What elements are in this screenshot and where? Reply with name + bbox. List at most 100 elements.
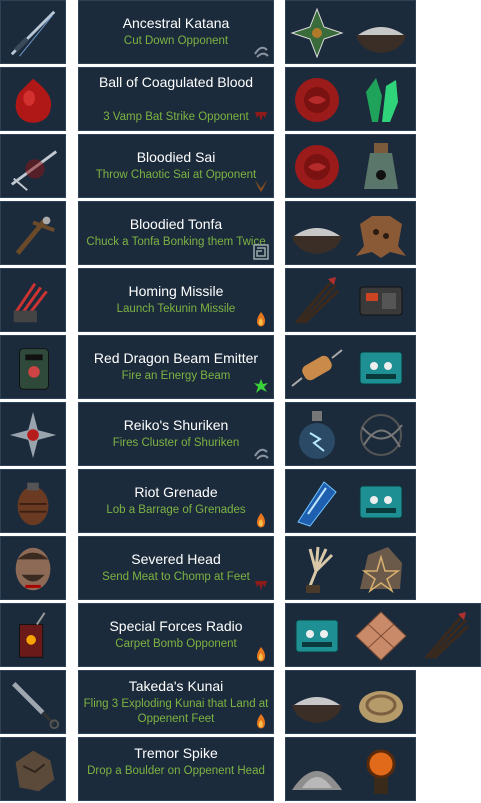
recipe-info-cell: Bloodied Tonfa Chuck a Tonfa Bonking them… (78, 201, 274, 265)
recipe-row: Ball of Coagulated Blood 3 Vamp Bat Strik… (0, 67, 481, 131)
ingredients-cell (285, 0, 416, 64)
copper-plate-icon (352, 608, 410, 664)
tangled-wire-icon (352, 407, 410, 463)
acid-icon (252, 377, 270, 395)
recipe-info-cell: Special Forces Radio Carpet Bomb Opponent (78, 603, 274, 667)
item-effect: Drop a Boulder on Oppenent Head (87, 765, 265, 777)
item-name: Takeda's Kunai (128, 678, 224, 694)
wax-seal-icon (288, 139, 346, 195)
circuit-board-icon (352, 340, 410, 396)
ingredients-cell (285, 268, 416, 332)
wax-seal-icon (288, 72, 346, 128)
blood-icon (252, 109, 270, 127)
item-icon-cell (0, 67, 66, 131)
item-icon-cell (0, 335, 66, 399)
ingredients-cell (285, 67, 416, 131)
recipe-info-cell: Homing Missile Launch Tekunin Missile (78, 268, 274, 332)
recipe-row: Bloodied Tonfa Chuck a Tonfa Bonking them… (0, 201, 481, 265)
recipe-row: Special Forces Radio Carpet Bomb Opponent (0, 603, 481, 667)
recipe-row: Takeda's Kunai Fling 3 Exploding Kunai th… (0, 670, 481, 734)
item-icon-cell (0, 670, 66, 734)
recipe-info-cell: Ancestral Katana Cut Down Opponent (78, 0, 274, 64)
recipe-info-cell: Riot Grenade Lob a Barrage of Grenades (78, 469, 274, 533)
resistor-icon (288, 340, 346, 396)
item-icon-cell (0, 737, 66, 801)
recipe-info-cell: Ball of Coagulated Blood 3 Vamp Bat Strik… (78, 67, 274, 131)
ingredients-cell (285, 335, 416, 399)
recipe-info-cell: Red Dragon Beam Emitter Fire an Energy Be… (78, 335, 274, 399)
recipe-row: Reiko's Shuriken Fires Cluster of Shurike… (0, 402, 481, 466)
lantern-orb-icon (352, 742, 410, 798)
metal-device-icon (352, 273, 410, 329)
recipe-info-cell: Tremor Spike Drop a Boulder on Oppenent H… (78, 737, 274, 801)
recipe-info-cell: Reiko's Shuriken Fires Cluster of Shurike… (78, 402, 274, 466)
arrows-bundle-icon (288, 273, 346, 329)
item-icon-cell (0, 0, 66, 64)
maze-icon (252, 243, 270, 261)
salt-bowl-icon (288, 675, 346, 731)
ingredients-cell (285, 134, 416, 198)
skeleton-hand-icon (288, 541, 346, 597)
item-effect: Fires Cluster of Shuriken (112, 437, 240, 449)
salt-bowl-icon (352, 5, 410, 61)
item-name: Reiko's Shuriken (123, 417, 229, 433)
item-effect: Lob a Barrage of Grenades (106, 504, 246, 516)
animal-pelt-icon (352, 206, 410, 262)
item-effect: Fling 3 Exploding Kunai that Land at Opp… (83, 698, 269, 725)
recipe-row: Red Dragon Beam Emitter Fire an Energy Be… (0, 335, 481, 399)
circuit-board-icon (288, 608, 346, 664)
green-crystal-icon (352, 72, 410, 128)
item-name: Ball of Coagulated Blood (98, 74, 254, 90)
blood-icon (252, 578, 270, 596)
shuriken-star-icon (288, 5, 346, 61)
rope-coil-icon (352, 675, 410, 731)
recipe-row: Riot Grenade Lob a Barrage of Grenades (0, 469, 481, 533)
item-icon-cell (0, 134, 66, 198)
item-effect: Chuck a Tonfa Bonking them Twice (86, 236, 266, 248)
item-icon-cell (0, 469, 66, 533)
ingredients-cell (285, 201, 416, 265)
item-name: Severed Head (131, 551, 221, 567)
ingredients-cell (285, 402, 416, 466)
pentagram-rock-icon (352, 541, 410, 597)
ingredients-cell (285, 536, 416, 600)
item-icon-cell (0, 268, 66, 332)
arrows-bundle-icon (418, 608, 476, 664)
circuit-board-icon (352, 474, 410, 530)
energy-crystal-icon (288, 474, 346, 530)
item-name: Ancestral Katana (122, 15, 230, 31)
wind-icon (252, 444, 270, 462)
bottled-spider-icon (352, 139, 410, 195)
recipe-info-cell: Bloodied Sai Throw Chaotic Sai at Opponen… (78, 134, 274, 198)
recipe-row: Homing Missile Launch Tekunin Missile (0, 268, 481, 332)
item-name: Special Forces Radio (109, 618, 243, 634)
lightning-flask-icon (288, 407, 346, 463)
recipe-row: Severed Head Send Meat to Chomp at Feet (0, 536, 481, 600)
item-name: Bloodied Sai (136, 149, 216, 165)
item-name: Riot Grenade (134, 484, 218, 500)
item-effect: Send Meat to Chomp at Feet (102, 571, 250, 583)
ash-pile-icon (288, 742, 346, 798)
item-effect: Carpet Bomb Opponent (115, 638, 237, 650)
fire-icon (252, 310, 270, 328)
item-effect: 3 Vamp Bat Strike Opponent (103, 111, 249, 123)
fire-icon (252, 645, 270, 663)
horns-icon (252, 176, 270, 194)
recipe-info-cell: Takeda's Kunai Fling 3 Exploding Kunai th… (78, 670, 274, 734)
ingredients-cell (285, 603, 481, 667)
item-icon-cell (0, 402, 66, 466)
item-effect: Fire an Energy Beam (121, 370, 231, 382)
item-name: Bloodied Tonfa (129, 216, 223, 232)
ingredients-cell (285, 469, 416, 533)
ingredients-cell (285, 670, 416, 734)
fire-icon (252, 712, 270, 730)
recipe-row: Ancestral Katana Cut Down Opponent (0, 0, 481, 64)
item-name: Tremor Spike (134, 745, 218, 761)
item-effect: Cut Down Opponent (123, 35, 229, 47)
recipe-row: Tremor Spike Drop a Boulder on Oppenent H… (0, 737, 481, 801)
item-effect: Throw Chaotic Sai at Opponent (95, 169, 257, 181)
item-icon-cell (0, 201, 66, 265)
ingredients-cell (285, 737, 416, 801)
item-icon-cell (0, 603, 66, 667)
item-effect: Launch Tekunin Missile (116, 303, 236, 315)
